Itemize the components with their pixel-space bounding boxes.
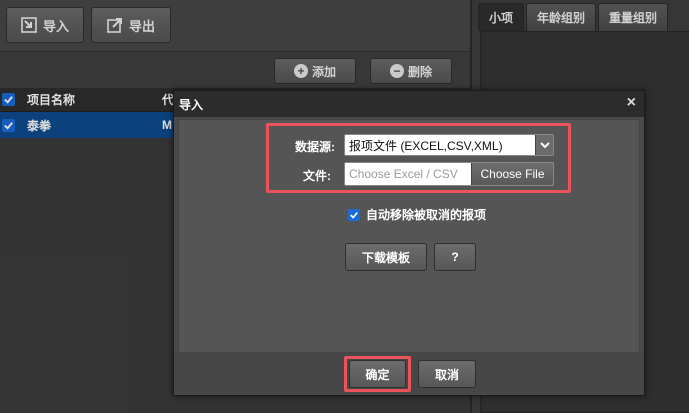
file-label: 文件: [303, 169, 331, 183]
auto-remove-checkbox[interactable] [348, 208, 360, 221]
import-dialog: 导入 × 数据源: 报项文件 (EXCEL,CSV,XML) 文件: Choos… [173, 90, 645, 396]
auto-remove-label: 自动移除被取消的报项 [366, 208, 487, 222]
download-template-button[interactable]: 下载模板 [345, 243, 427, 271]
datasource-label: 数据源: [295, 140, 335, 154]
dialog-header: 导入 × [174, 91, 644, 117]
datasource-value: 报项文件 (EXCEL,CSV,XML) [349, 138, 503, 153]
dialog-title: 导入 [179, 97, 204, 112]
check-icon [350, 211, 358, 219]
confirm-button[interactable]: 确定 [349, 360, 406, 388]
datasource-select[interactable]: 报项文件 (EXCEL,CSV,XML) [344, 134, 554, 156]
chevron-down-icon[interactable] [535, 135, 553, 155]
file-input[interactable]: Choose Excel / CSV Choose File [344, 162, 554, 186]
cancel-button[interactable]: 取消 [418, 360, 476, 388]
dialog-footer: 确定 取消 [174, 353, 644, 395]
auto-remove-option[interactable]: 自动移除被取消的报项 [348, 206, 486, 223]
file-input-placeholder: Choose Excel / CSV [349, 167, 458, 181]
choose-file-button[interactable]: Choose File [471, 163, 553, 185]
dialog-body: 数据源: 报项文件 (EXCEL,CSV,XML) 文件: Choose Exc… [178, 119, 640, 353]
app-window: 导入 导出 + 添加 − 删除 项目名称 代 泰拳 M 小项 年龄组别 重量组别… [0, 0, 689, 413]
help-button[interactable]: ? [434, 243, 476, 271]
close-icon[interactable]: × [627, 95, 636, 111]
